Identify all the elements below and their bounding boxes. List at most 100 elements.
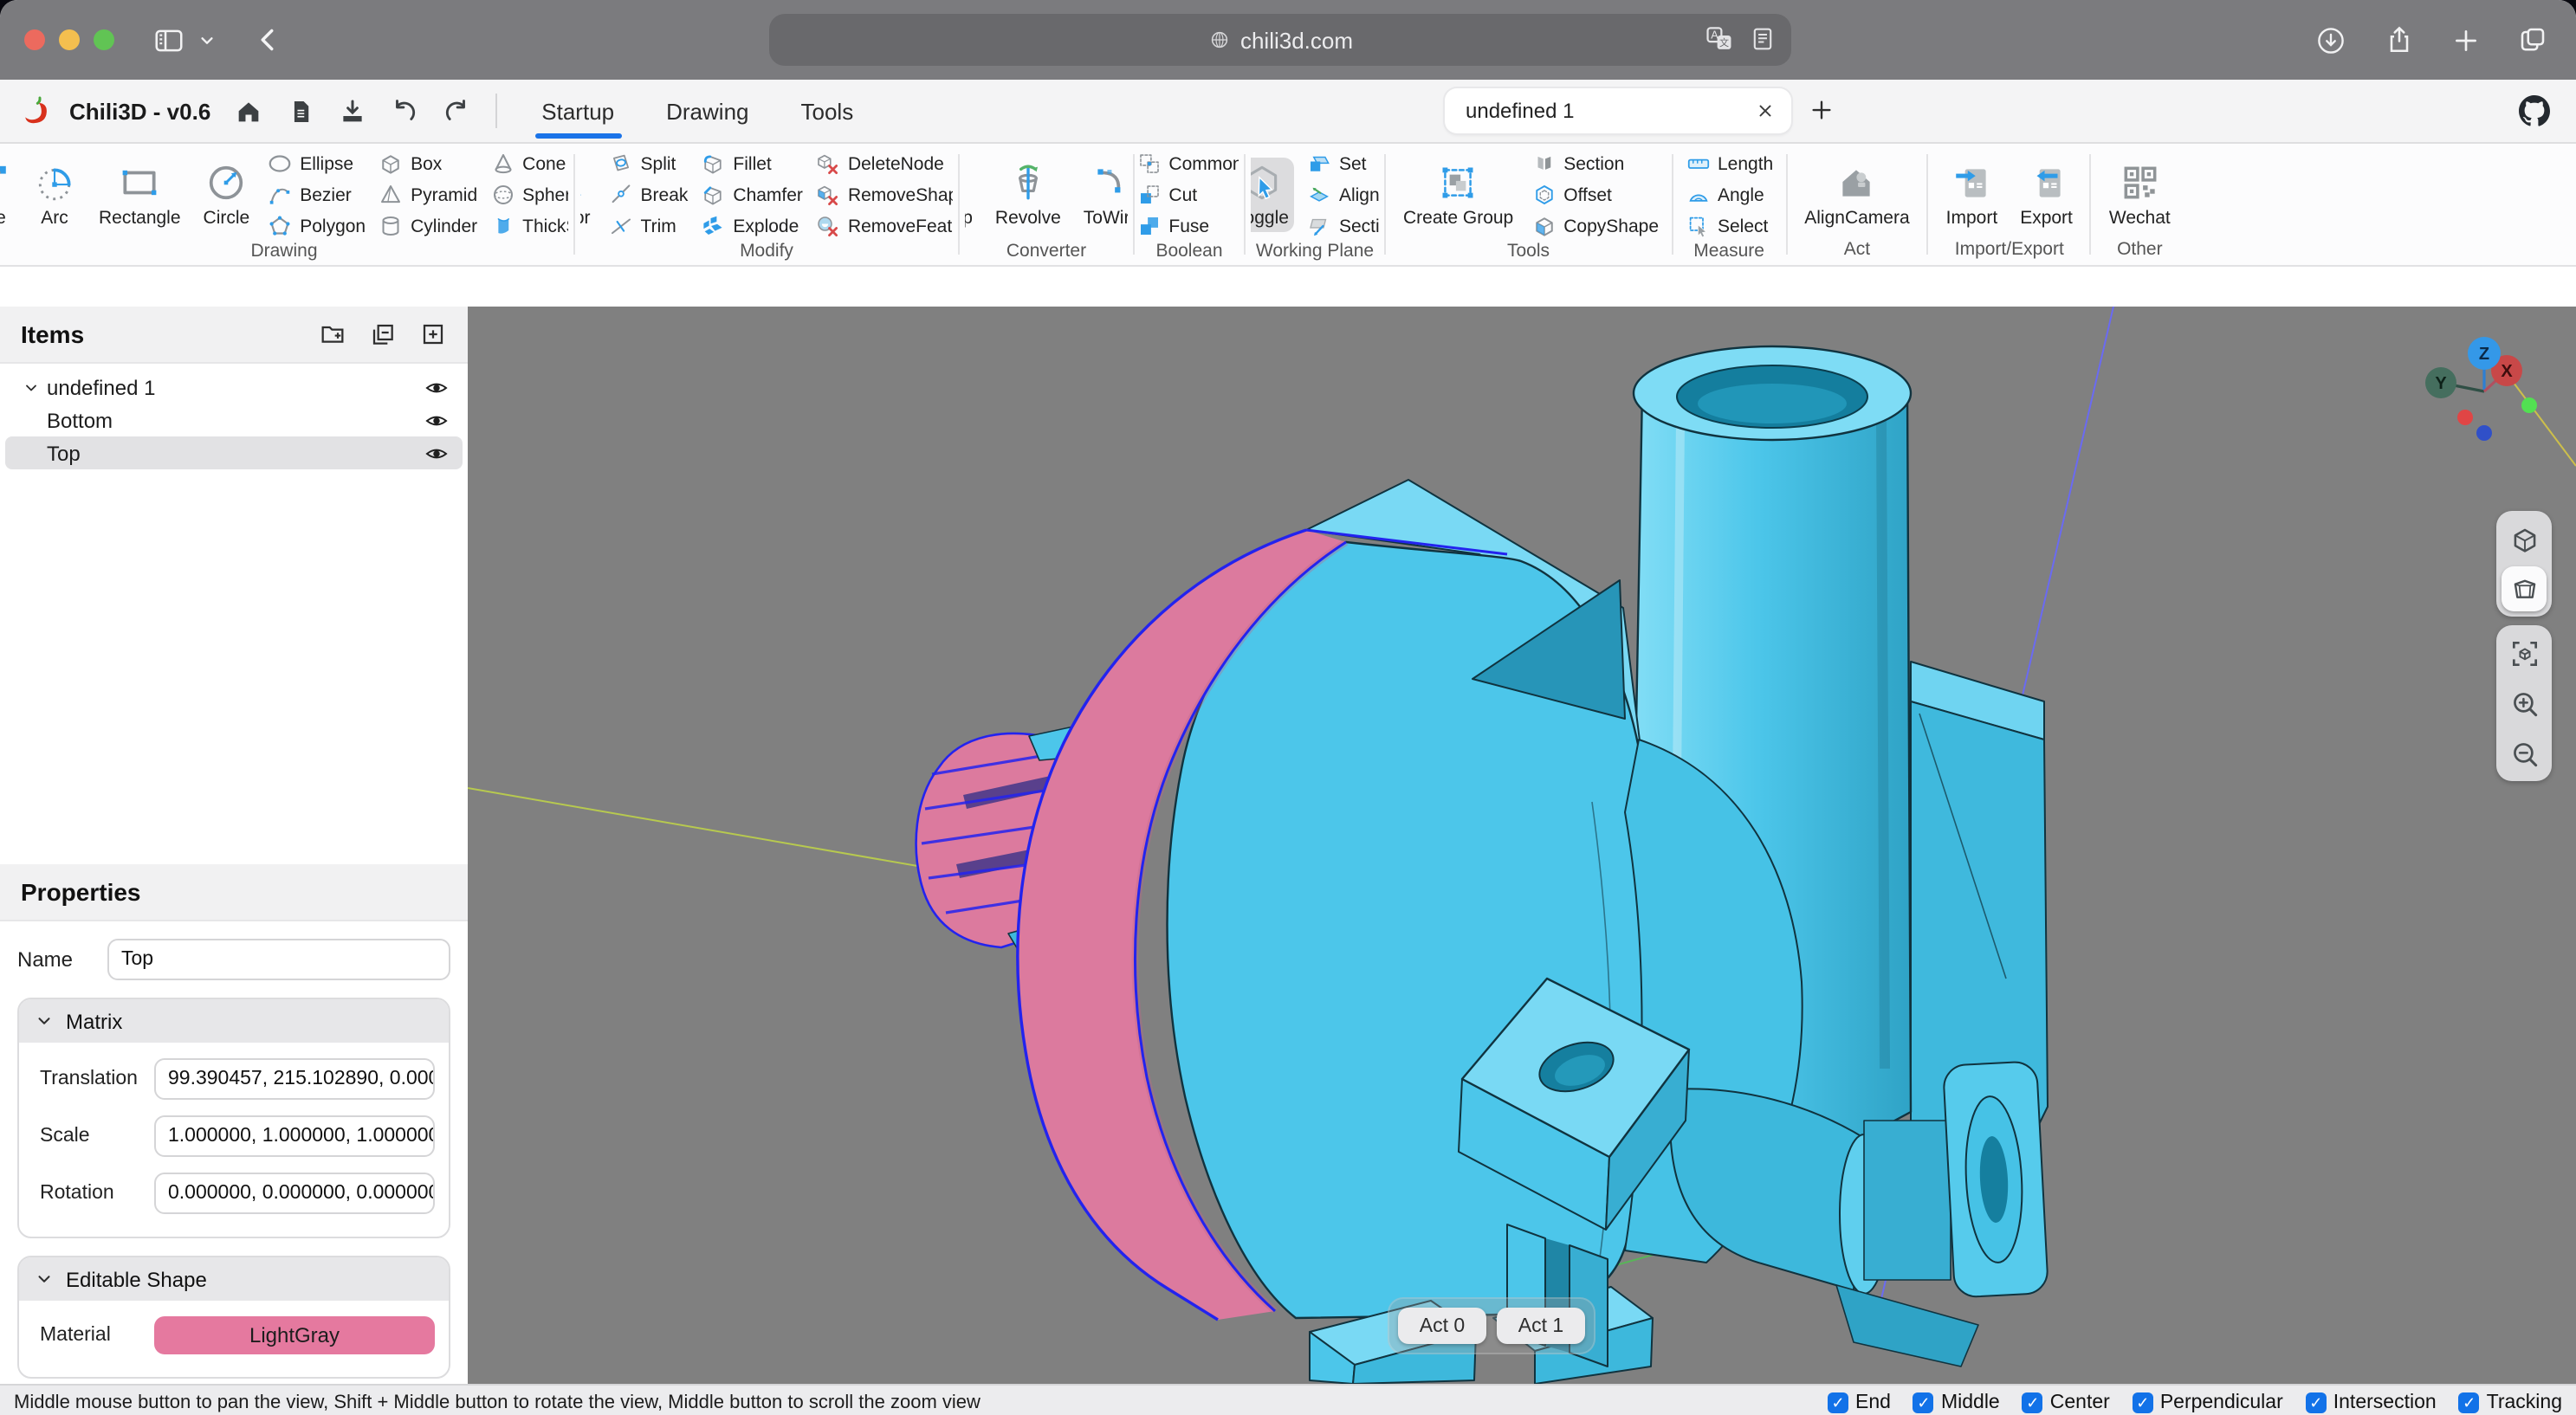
ribbon-button-sweep[interactable]: Sweep bbox=[965, 158, 978, 232]
checkbox-middle[interactable]: ✓ bbox=[1913, 1392, 1934, 1413]
tree-item-bottom[interactable]: Bottom bbox=[5, 404, 463, 436]
new-tab-icon[interactable] bbox=[2451, 25, 2481, 55]
fit-view-icon[interactable] bbox=[2502, 630, 2547, 675]
ribbon-button-select[interactable]: Select bbox=[1685, 211, 1773, 241]
orientation-gizmo[interactable]: Z X Y bbox=[2365, 320, 2564, 459]
ribbon-button-bezier[interactable]: Bezier bbox=[267, 180, 366, 210]
gizmo-neg-x[interactable] bbox=[2457, 410, 2473, 425]
ribbon-button-angle[interactable]: Angle bbox=[1685, 180, 1773, 210]
save-icon[interactable] bbox=[337, 96, 366, 126]
zoom-window-button[interactable] bbox=[94, 29, 114, 50]
ribbon-button-removeshapes[interactable]: RemoveShapes bbox=[815, 180, 953, 210]
snap-toggle-end[interactable]: ✓End bbox=[1828, 1392, 1891, 1413]
chevron-down-icon[interactable] bbox=[196, 29, 218, 51]
ribbon-button-arc[interactable]: Arc bbox=[28, 158, 81, 232]
downloads-icon[interactable] bbox=[2314, 23, 2347, 56]
new-document-icon[interactable] bbox=[285, 96, 314, 126]
tab-tools[interactable]: Tools bbox=[801, 80, 854, 142]
material-button[interactable]: LightGray bbox=[154, 1316, 435, 1354]
checkbox-intersection[interactable]: ✓ bbox=[2306, 1392, 2327, 1413]
clip-plane-icon[interactable] bbox=[2502, 566, 2547, 611]
ribbon-button-break[interactable]: Break bbox=[608, 180, 689, 210]
ribbon-button-line[interactable]: Line bbox=[0, 158, 16, 232]
tab-overview-icon[interactable] bbox=[2517, 24, 2548, 55]
ribbon-button-copyshape[interactable]: CopyShape bbox=[1531, 211, 1659, 241]
scale-field[interactable]: 1.000000, 1.000000, 1.000000 bbox=[154, 1115, 435, 1157]
act-button-act-0[interactable]: Act 0 bbox=[1398, 1308, 1486, 1344]
ribbon-button-sphere[interactable]: Sphere bbox=[489, 180, 568, 210]
add-document-icon[interactable] bbox=[1809, 97, 1835, 123]
ribbon-button-length[interactable]: Length bbox=[1685, 149, 1773, 178]
tree-item-undefined-1[interactable]: undefined 1 bbox=[5, 371, 463, 404]
minimize-window-button[interactable] bbox=[59, 29, 80, 50]
ribbon-button-cone[interactable]: Cone bbox=[489, 149, 568, 178]
ribbon-button-section[interactable]: Section bbox=[1531, 149, 1659, 178]
ribbon-button-align[interactable]: Align bbox=[1306, 180, 1379, 210]
snap-toggle-tracking[interactable]: ✓Tracking bbox=[2459, 1392, 2562, 1413]
snap-toggle-middle[interactable]: ✓Middle bbox=[1913, 1392, 2000, 1413]
ribbon-button-revolve[interactable]: Revolve bbox=[990, 158, 1066, 232]
github-icon[interactable] bbox=[2515, 92, 2553, 130]
ribbon-button-wechat[interactable]: Wechat bbox=[2104, 157, 2176, 231]
home-icon[interactable] bbox=[233, 96, 262, 126]
ribbon-button-offset[interactable]: Offset bbox=[1531, 180, 1659, 210]
translation-field[interactable]: 99.390457, 215.102890, 0.00000 bbox=[154, 1058, 435, 1100]
ribbon-button-aligncamera[interactable]: AlignCamera bbox=[1799, 157, 1914, 231]
eye-icon[interactable] bbox=[424, 408, 449, 432]
snap-toggle-perpendicular[interactable]: ✓Perpendicular bbox=[2133, 1392, 2283, 1413]
expand-all-icon[interactable] bbox=[419, 320, 447, 348]
ribbon-button-mirror[interactable]: Mirror bbox=[580, 158, 596, 232]
gizmo-neg-y[interactable] bbox=[2521, 397, 2537, 413]
ribbon-button-box[interactable]: Box bbox=[378, 149, 477, 178]
ribbon-button-section[interactable]: Section bbox=[1306, 211, 1379, 241]
ribbon-button-deletenode[interactable]: DeleteNode bbox=[815, 149, 953, 178]
pump-model[interactable] bbox=[916, 346, 2049, 1384]
ribbon-button-thicksolid[interactable]: ThickSolid bbox=[489, 211, 568, 241]
ribbon-button-circle[interactable]: Circle bbox=[198, 158, 256, 232]
tree-item-top[interactable]: Top bbox=[5, 436, 463, 469]
ribbon-button-removefeature[interactable]: RemoveFeature bbox=[815, 211, 953, 241]
ribbon-button-rectangle[interactable]: Rectangle bbox=[94, 158, 186, 232]
act-button-act-1[interactable]: Act 1 bbox=[1497, 1308, 1585, 1344]
ribbon-button-chamfer[interactable]: Chamfer bbox=[700, 180, 803, 210]
checkbox-end[interactable]: ✓ bbox=[1828, 1392, 1848, 1413]
undo-icon[interactable] bbox=[389, 96, 418, 126]
reader-mode-icon[interactable] bbox=[1748, 24, 1777, 54]
chevron-down-icon[interactable] bbox=[19, 378, 43, 396]
ribbon-button-cylinder[interactable]: Cylinder bbox=[378, 211, 477, 241]
checkbox-center[interactable]: ✓ bbox=[2023, 1392, 2043, 1413]
ribbon-button-polygon[interactable]: Polygon bbox=[267, 211, 366, 241]
ribbon-button-toggle[interactable]: Toggle bbox=[1251, 158, 1294, 232]
zoom-in-icon[interactable] bbox=[2502, 681, 2547, 726]
eye-icon[interactable] bbox=[424, 441, 449, 465]
gizmo-neg-z[interactable] bbox=[2476, 425, 2492, 441]
ribbon-button-cut[interactable]: Cut bbox=[1140, 180, 1239, 210]
ribbon-button-trim[interactable]: Trim bbox=[608, 211, 689, 241]
url-bar[interactable]: chili3d.com A文 bbox=[769, 14, 1791, 66]
ribbon-button-split[interactable]: Split bbox=[608, 149, 689, 178]
ribbon-button-import[interactable]: Import bbox=[1941, 157, 2003, 231]
tab-startup[interactable]: Startup bbox=[541, 80, 614, 142]
editable-shape-section-header[interactable]: Editable Shape bbox=[19, 1257, 449, 1301]
checkbox-perpendicular[interactable]: ✓ bbox=[2133, 1392, 2153, 1413]
zoom-out-icon[interactable] bbox=[2502, 731, 2547, 776]
close-document-icon[interactable] bbox=[1755, 100, 1776, 121]
collapse-all-icon[interactable] bbox=[369, 320, 397, 348]
ribbon-button-create-group[interactable]: Create Group bbox=[1398, 158, 1518, 232]
rotation-field[interactable]: 0.000000, 0.000000, 0.000000 bbox=[154, 1173, 435, 1214]
ribbon-button-fillet[interactable]: Fillet bbox=[700, 149, 803, 178]
ribbon-button-common[interactable]: Common bbox=[1140, 149, 1239, 178]
ribbon-button-ellipse[interactable]: Ellipse bbox=[267, 149, 366, 178]
snap-toggle-center[interactable]: ✓Center bbox=[2023, 1392, 2110, 1413]
ribbon-button-fuse[interactable]: Fuse bbox=[1140, 211, 1239, 241]
ribbon-button-set[interactable]: Set bbox=[1306, 149, 1379, 178]
sidebar-toggle-icon[interactable] bbox=[152, 23, 185, 56]
translate-icon[interactable]: A文 bbox=[1703, 23, 1736, 55]
new-folder-icon[interactable] bbox=[319, 320, 346, 348]
viewport-3d[interactable]: Z X Y Act 0 Act 1 bbox=[468, 307, 2576, 1384]
shaded-view-icon[interactable] bbox=[2502, 516, 2547, 561]
redo-icon[interactable] bbox=[441, 96, 470, 126]
checkbox-tracking[interactable]: ✓ bbox=[2459, 1392, 2480, 1413]
matrix-section-header[interactable]: Matrix bbox=[19, 999, 449, 1043]
eye-icon[interactable] bbox=[424, 375, 449, 399]
